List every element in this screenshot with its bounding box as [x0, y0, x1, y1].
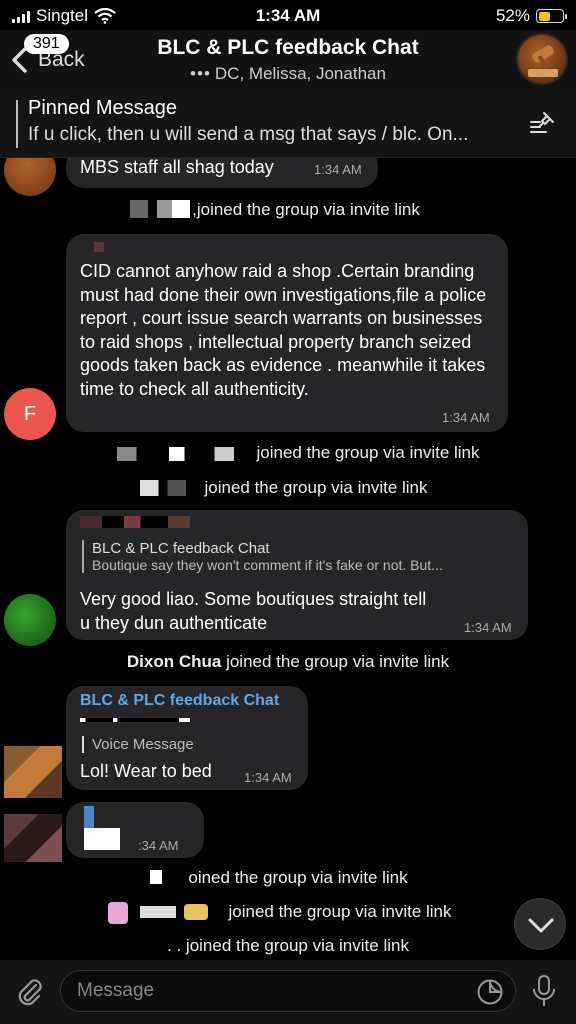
avatar-gavel[interactable]	[4, 158, 56, 196]
redacted-forward	[80, 718, 190, 722]
joined-user-name[interactable]: Dixon Chua	[127, 652, 221, 671]
pin-list-icon[interactable]	[528, 110, 556, 138]
mic-icon[interactable]	[530, 974, 558, 1008]
system-message: oined the group via invite link	[0, 868, 576, 888]
redacted-media	[84, 806, 94, 828]
avatar-pixelated[interactable]	[4, 746, 62, 798]
reply-preview[interactable]: Voice Message	[82, 736, 282, 753]
redacted-name	[150, 870, 162, 884]
message-bubble[interactable]: BLC & PLC feedback Chat Voice Message Lo…	[66, 686, 308, 790]
redacted-name	[108, 902, 128, 924]
system-message-text: joined the group via invite link	[204, 478, 428, 497]
reply-preview[interactable]: BLC & PLC feedback Chat Boutique say the…	[82, 540, 512, 573]
pinned-message[interactable]: Pinned Message If u click, then u will s…	[0, 90, 576, 158]
avatar-f[interactable]: F	[4, 388, 56, 440]
reply-title: BLC & PLC feedback Chat	[92, 540, 270, 557]
system-message-text: joined the group via invite link	[256, 443, 480, 462]
group-avatar[interactable]	[516, 33, 568, 85]
system-message-text: ,joined the group via invite link	[192, 200, 420, 219]
redacted-name	[140, 906, 176, 918]
scroll-to-bottom-button[interactable]	[514, 898, 566, 950]
redacted-name	[184, 904, 208, 920]
message-time: 1:34 AM	[464, 620, 512, 635]
system-message: . . joined the group via invite link	[0, 936, 576, 956]
chat-members[interactable]: ••• DC, Melissa, Jonathan	[0, 64, 576, 84]
chat-title[interactable]: BLC & PLC feedback Chat	[0, 36, 576, 60]
message-bubble[interactable]: CID cannot anyhow raid a shop .Certain b…	[66, 234, 508, 432]
pinned-title: Pinned Message	[28, 97, 177, 119]
message-time: 1:34 AM	[442, 410, 490, 425]
redacted-media	[84, 828, 120, 850]
avatar-pixelated[interactable]	[4, 814, 62, 862]
message-text: Lol! Wear to bed	[80, 761, 212, 781]
typing-dots-icon: •••	[190, 64, 211, 83]
system-message-text: oined the group via invite link	[188, 868, 408, 887]
message-input[interactable]	[60, 970, 516, 1012]
message-text: Very good liao. Some boutiques straight …	[80, 589, 427, 633]
system-message: Dixon Chua joined the group via invite l…	[0, 652, 576, 672]
message-text: MBS staff all shag today	[80, 158, 274, 177]
sender-name[interactable]: BLC & PLC feedback Chat	[80, 692, 279, 710]
message-bubble[interactable]: BLC & PLC feedback Chat Boutique say the…	[66, 510, 528, 640]
redacted-name	[104, 447, 234, 461]
system-message: joined the group via invite link	[0, 478, 576, 498]
redacted-name	[140, 480, 186, 496]
chevron-down-icon	[528, 918, 554, 933]
avatar-letter: F	[23, 403, 37, 425]
redacted-sender	[94, 242, 104, 252]
battery: 52%	[495, 6, 567, 26]
status-bar: Singtel 1:34 AM 52%	[0, 0, 576, 30]
system-message: joined the group via invite link	[0, 443, 576, 463]
attach-icon[interactable]	[14, 976, 46, 1008]
reply-text: Voice Message	[92, 736, 194, 753]
pinned-bar	[16, 100, 18, 148]
avatar-clover[interactable]	[4, 594, 56, 646]
members-label: DC, Melissa, Jonathan	[214, 64, 386, 83]
message-time: 1:34 AM	[244, 770, 292, 785]
message-text: CID cannot anyhow raid a shop .Certain b…	[80, 261, 487, 399]
reply-text: Boutique say they won't comment if it's …	[92, 557, 443, 573]
battery-percent: 52%	[495, 6, 530, 25]
message-bubble[interactable]: :34 AM	[66, 802, 204, 858]
redacted-sender	[80, 516, 190, 528]
system-message: joined the group via invite link	[0, 902, 576, 924]
pinned-text: If u click, then u will send a msg that …	[28, 124, 469, 145]
message-bubble[interactable]: MBS staff all shag today 1:34 AM	[66, 158, 378, 188]
sticker-icon[interactable]	[476, 978, 504, 1006]
redacted-name	[130, 200, 190, 218]
system-message-text: joined the group via invite link	[228, 902, 452, 921]
battery-icon	[536, 9, 567, 23]
message-list[interactable]: MBS staff all shag today 1:34 AM ,joined…	[0, 158, 576, 960]
composer	[0, 960, 576, 1024]
chat-header: Back 391 BLC & PLC feedback Chat ••• DC, …	[0, 30, 576, 90]
system-message-text: joined the group via invite link	[226, 652, 450, 671]
message-time: 1:34 AM	[314, 162, 362, 177]
system-message-text: . . joined the group via invite link	[167, 936, 409, 955]
message-time: :34 AM	[138, 838, 179, 853]
system-message: ,joined the group via invite link	[0, 200, 576, 220]
clock: 1:34 AM	[255, 6, 321, 25]
